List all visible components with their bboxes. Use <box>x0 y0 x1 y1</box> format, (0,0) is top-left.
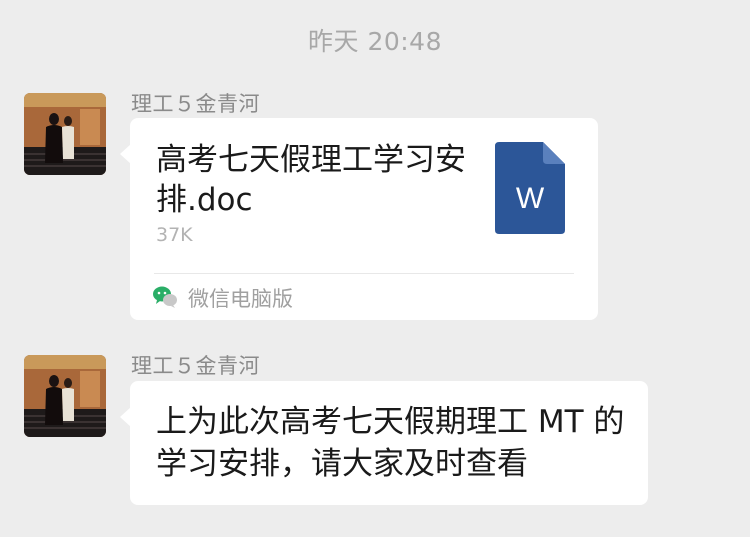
divider <box>154 273 574 274</box>
file-message-bubble[interactable]: 高考七天假理工学习安排.doc 37K W 微信电脑版 <box>120 118 598 320</box>
source-label: 微信电脑版 <box>188 287 293 311</box>
sender-avatar[interactable] <box>24 355 106 437</box>
word-icon-letter: W <box>516 182 545 215</box>
text-message-bubble[interactable]: 上为此次高考七天假期理工 MT 的学习安排，请大家及时查看 <box>120 381 648 505</box>
file-size: 37K <box>156 224 193 246</box>
sender-name: 理工５金青河 <box>131 92 260 116</box>
word-document-icon: W <box>495 142 565 234</box>
sender-avatar[interactable] <box>24 93 106 175</box>
wechat-icon <box>152 285 178 309</box>
timestamp: 昨天 20:48 <box>308 27 442 56</box>
file-name: 高考七天假理工学习安排.doc <box>156 142 466 218</box>
message-text: 上为此次高考七天假期理工 MT 的学习安排，请大家及时查看 <box>156 404 625 482</box>
sender-name: 理工５金青河 <box>131 354 260 378</box>
